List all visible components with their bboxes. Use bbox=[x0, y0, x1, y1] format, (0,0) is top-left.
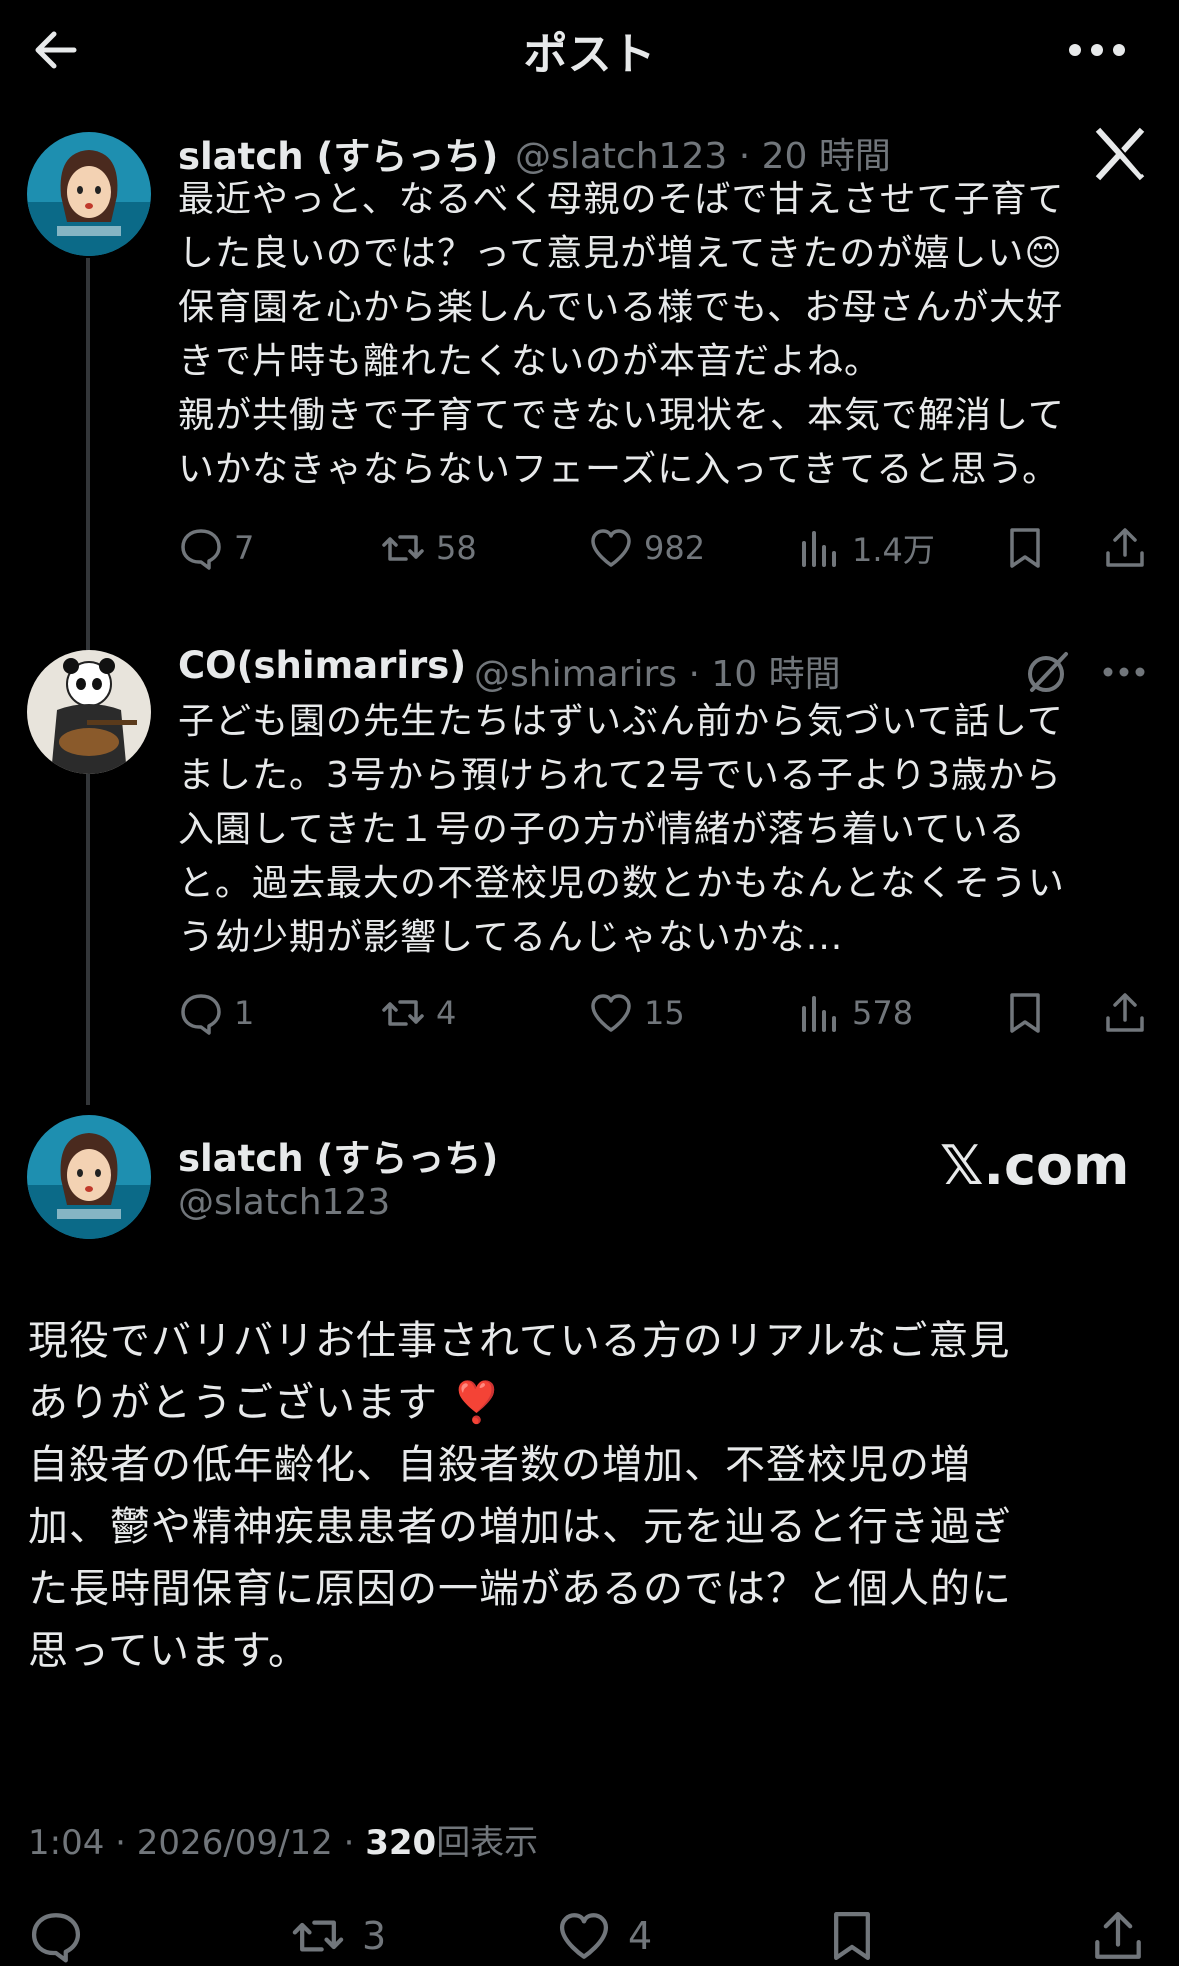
more-options-icon[interactable] bbox=[1098, 646, 1150, 698]
reply-icon bbox=[181, 994, 221, 1035]
page-title: ポスト bbox=[523, 29, 656, 80]
author-handle[interactable]: @slatch123 bbox=[178, 1182, 390, 1223]
author-name[interactable]: CO(shimarirs) bbox=[178, 644, 466, 687]
share-icon bbox=[1095, 1911, 1141, 1959]
views-icon bbox=[802, 996, 836, 1032]
bookmark-icon bbox=[834, 1911, 870, 1961]
post-date: 2026/09/12 bbox=[136, 1823, 333, 1863]
bookmark-button[interactable] bbox=[824, 1906, 890, 1966]
bookmark-button[interactable] bbox=[1002, 518, 1058, 578]
share-button[interactable] bbox=[1102, 983, 1158, 1043]
reply-button[interactable]: 7 bbox=[178, 518, 254, 578]
retweet-button[interactable]: 4 bbox=[380, 983, 456, 1043]
like-button[interactable]: 15 bbox=[588, 983, 685, 1043]
reply-icon bbox=[31, 1913, 81, 1963]
bookmark-icon bbox=[1010, 993, 1040, 1033]
retweet-button[interactable]: 3 bbox=[290, 1906, 386, 1966]
post-text: 現役でバリバリお仕事されている方のリアルなご意見 ありがとうございます ❣️ 自… bbox=[28, 1318, 1012, 1674]
more-options-icon[interactable] bbox=[1062, 22, 1132, 78]
avatar[interactable] bbox=[27, 1115, 151, 1239]
author-name[interactable]: slatch (すらっち) bbox=[178, 1128, 498, 1182]
reply-button[interactable]: 1 bbox=[178, 983, 254, 1043]
top-bar: ポスト bbox=[0, 0, 1179, 100]
author-name[interactable]: slatch (すらっち) bbox=[178, 126, 498, 180]
share-icon bbox=[1106, 528, 1144, 567]
views-icon bbox=[802, 531, 836, 567]
views-button[interactable]: 578 bbox=[796, 983, 913, 1043]
bookmark-icon bbox=[1010, 528, 1040, 568]
x-com-watermark: 𝕏.com bbox=[940, 1134, 1130, 1197]
heart-icon bbox=[559, 1913, 609, 1959]
grok-icon[interactable] bbox=[1022, 646, 1074, 698]
retweet-icon bbox=[292, 1920, 344, 1952]
retweet-button[interactable]: 58 bbox=[380, 518, 477, 578]
heart-icon bbox=[591, 529, 631, 567]
avatar[interactable] bbox=[27, 650, 151, 774]
post-text: 子ども園の先生たちはずいぶん前から気づいて話して ました。3号から預けられて2号… bbox=[178, 701, 1065, 958]
post-meta: 1:04 · 2026/09/12 · 320回表示 bbox=[28, 1823, 539, 1863]
post-time: 20 時間 bbox=[761, 136, 891, 177]
views-button[interactable]: 1.4万 bbox=[796, 518, 935, 578]
view-count: 320 bbox=[365, 1823, 437, 1863]
like-button[interactable]: 4 bbox=[556, 1906, 652, 1966]
author-handle[interactable]: @slatch123 · 20 時間 bbox=[515, 127, 891, 179]
author-handle[interactable]: @shimarirs · 10 時間 bbox=[474, 645, 841, 697]
share-icon bbox=[1106, 993, 1144, 1032]
heart-icon bbox=[591, 994, 631, 1032]
share-button[interactable] bbox=[1102, 518, 1158, 578]
like-button[interactable]: 982 bbox=[588, 518, 705, 578]
post-time: 10 時間 bbox=[711, 654, 841, 695]
thread-connector-line bbox=[86, 258, 90, 638]
bookmark-button[interactable] bbox=[1002, 983, 1058, 1043]
share-button[interactable] bbox=[1090, 1906, 1156, 1966]
reply-button[interactable] bbox=[28, 1906, 94, 1966]
reply-icon bbox=[181, 529, 221, 570]
avatar[interactable] bbox=[27, 132, 151, 256]
retweet-icon bbox=[382, 1000, 424, 1026]
post-time: 1:04 bbox=[28, 1823, 105, 1863]
post-text: 最近やっと、なるべく母親のそばで甘えさせて子育て した良いのでは？って意見が増え… bbox=[178, 179, 1065, 490]
retweet-icon bbox=[382, 535, 424, 561]
